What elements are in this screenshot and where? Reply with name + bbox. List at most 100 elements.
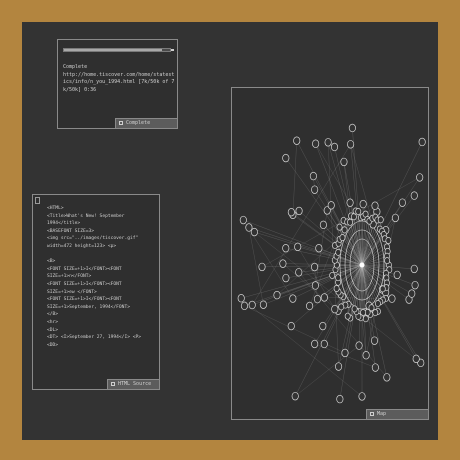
graph-node[interactable] <box>311 339 319 349</box>
graph-node[interactable] <box>311 185 319 194</box>
graph-node[interactable] <box>294 242 302 252</box>
graph-node[interactable] <box>338 303 345 311</box>
source-footer[interactable]: HTML Source <box>107 379 159 389</box>
graph-node[interactable] <box>351 305 358 313</box>
graph-node[interactable] <box>335 362 343 371</box>
graph-node[interactable] <box>411 280 419 290</box>
graph-node[interactable] <box>358 392 366 401</box>
graph-node[interactable] <box>295 268 303 277</box>
graph-node[interactable] <box>324 138 332 147</box>
graph-node[interactable] <box>412 354 420 364</box>
graph-node[interactable] <box>295 206 303 216</box>
graph-node[interactable] <box>398 198 406 207</box>
source-line: <FONT SIZE=+1>I</FONT><FONT <box>47 297 122 303</box>
graph-node[interactable] <box>348 123 356 133</box>
graph-node[interactable] <box>287 208 295 217</box>
link-map-window[interactable]: Map <box>231 87 429 420</box>
graph-node[interactable] <box>273 290 281 300</box>
graph-node[interactable] <box>259 300 267 309</box>
graph-node[interactable] <box>320 339 328 349</box>
graph-node[interactable] <box>410 191 418 200</box>
graph-node[interactable] <box>385 237 392 244</box>
graph-node[interactable] <box>362 351 370 360</box>
source-line: 1994</title> <box>47 221 81 227</box>
graph-node[interactable] <box>335 274 342 282</box>
graph-node[interactable] <box>239 215 247 225</box>
graph-node[interactable] <box>331 304 339 314</box>
graph-node[interactable] <box>383 373 391 382</box>
download-window[interactable]: Complete http://home.tiscover.com/home/s… <box>57 39 178 129</box>
graph-node[interactable] <box>377 216 384 224</box>
graph-edge <box>243 219 294 299</box>
graph-node[interactable] <box>336 394 344 404</box>
graph-node[interactable] <box>293 136 301 145</box>
graph-node[interactable] <box>388 294 396 303</box>
graph-node[interactable] <box>287 321 295 331</box>
graph-node[interactable] <box>408 289 416 298</box>
graph-node[interactable] <box>327 201 335 210</box>
graph-node[interactable] <box>315 244 323 253</box>
graph-node[interactable] <box>344 312 351 320</box>
graph-node[interactable] <box>282 153 290 163</box>
graph-node[interactable] <box>311 262 319 272</box>
graph-node[interactable] <box>355 208 362 215</box>
graph-node[interactable] <box>362 315 369 323</box>
graph-node[interactable] <box>336 223 343 231</box>
graph-node[interactable] <box>347 218 353 226</box>
graph-node[interactable] <box>379 285 386 293</box>
graph-node[interactable] <box>306 301 314 311</box>
graph-node[interactable] <box>350 213 357 221</box>
download-footer[interactable]: Complete <box>115 118 177 128</box>
scroll-up-icon[interactable] <box>35 197 40 204</box>
source-code-view: <HTML> <Title>What's New! September 1994</… <box>47 205 159 349</box>
graph-node[interactable] <box>371 363 379 372</box>
graph-node[interactable] <box>330 142 339 152</box>
graph-node[interactable] <box>319 220 327 230</box>
graph-node[interactable] <box>346 198 354 207</box>
graph-node[interactable] <box>282 273 290 283</box>
graph-node[interactable] <box>245 223 253 232</box>
graph-node[interactable] <box>289 294 297 303</box>
graph-node[interactable] <box>319 321 327 331</box>
graph-footer[interactable]: Map <box>366 409 428 419</box>
graph-node[interactable] <box>335 248 342 256</box>
graph-node[interactable] <box>248 300 256 310</box>
graph-node[interactable] <box>291 391 299 401</box>
graph-node[interactable] <box>279 259 287 268</box>
graph-node[interactable] <box>340 157 348 167</box>
graph-node[interactable] <box>418 137 426 147</box>
graph-node[interactable] <box>371 201 379 210</box>
graph-node[interactable] <box>258 262 266 272</box>
graph-node[interactable] <box>347 140 355 149</box>
graph-node[interactable] <box>393 270 401 280</box>
graph-node[interactable] <box>240 301 248 311</box>
desktop: Complete http://home.tiscover.com/home/s… <box>22 22 438 440</box>
graph-node[interactable] <box>333 285 340 293</box>
graph-footer-label: Map <box>377 411 387 417</box>
graph-root-node[interactable] <box>359 262 365 268</box>
graph-node[interactable] <box>339 234 346 242</box>
source-line: <B> <box>47 259 56 265</box>
graph-node[interactable] <box>341 226 348 234</box>
download-info: Complete http://home.tiscover.com/home/s… <box>63 64 175 94</box>
graph-node[interactable] <box>329 271 336 279</box>
graph-node[interactable] <box>309 171 317 181</box>
graph-node[interactable] <box>341 348 349 358</box>
graph-node[interactable] <box>311 281 319 290</box>
graph-node[interactable] <box>384 257 391 265</box>
graph-node[interactable] <box>355 341 363 350</box>
graph-node[interactable] <box>374 299 381 307</box>
graph-node[interactable] <box>237 294 245 303</box>
graph-node[interactable] <box>313 294 322 304</box>
graph-node[interactable] <box>312 139 320 148</box>
graph-node[interactable] <box>391 213 399 223</box>
graph-node[interactable] <box>416 173 424 182</box>
html-source-window[interactable]: <HTML> <Title>What's New! September 1994</… <box>32 194 160 390</box>
graph-node[interactable] <box>282 243 290 253</box>
graph-node[interactable] <box>320 293 328 302</box>
status-icon <box>119 121 123 125</box>
graph-node[interactable] <box>410 264 418 274</box>
graph-node[interactable] <box>370 336 379 345</box>
link-graph[interactable] <box>232 88 430 421</box>
graph-node[interactable] <box>359 199 367 209</box>
